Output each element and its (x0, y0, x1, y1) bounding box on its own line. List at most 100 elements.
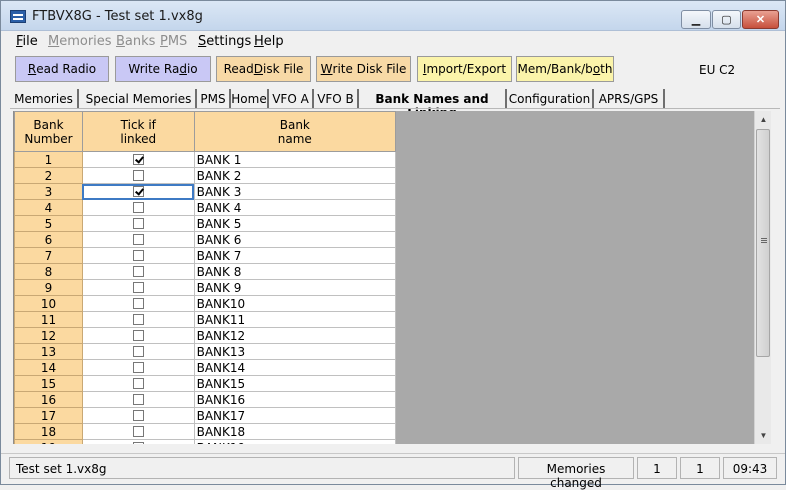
linked-cell[interactable] (81, 263, 195, 280)
bank-name-cell[interactable]: BANK15 (193, 375, 396, 392)
menu-memories[interactable]: Memories (48, 34, 112, 49)
menu-help[interactable]: Help (254, 34, 284, 49)
close-button[interactable]: ✕ (742, 10, 779, 29)
linked-checkbox-icon[interactable] (132, 169, 144, 181)
linked-cell[interactable] (81, 407, 195, 424)
maximize-button[interactable]: ▢ (712, 10, 741, 29)
linked-checkbox-icon[interactable] (132, 329, 144, 341)
read-radio-button[interactable]: Read Radio (15, 56, 109, 82)
linked-checkbox-checked-icon[interactable] (132, 153, 144, 165)
bank-name-cell[interactable]: BANK 8 (193, 263, 396, 280)
table-row[interactable]: 15 BANK15 (14, 375, 396, 392)
linked-cell[interactable] (81, 327, 195, 344)
linked-cell[interactable] (81, 391, 195, 408)
linked-checkbox-icon[interactable] (132, 393, 144, 405)
linked-checkbox-icon[interactable] (132, 281, 144, 293)
tab-vfo-b[interactable]: VFO B (314, 89, 359, 109)
bank-name-cell[interactable]: BANK 1 (193, 151, 396, 168)
table-row[interactable]: 7 BANK 7 (14, 247, 396, 264)
linked-checkbox-icon[interactable] (132, 441, 144, 444)
bank-name-cell[interactable]: BANK14 (193, 359, 396, 376)
bank-name-cell[interactable]: BANK 7 (193, 247, 396, 264)
table-row[interactable]: 10 BANK10 (14, 295, 396, 312)
linked-checkbox-icon[interactable] (132, 217, 144, 229)
bank-name-cell[interactable]: BANK 9 (193, 279, 396, 296)
header-tick-if-linked[interactable]: Tick if linked (81, 111, 195, 152)
linked-cell[interactable] (81, 295, 195, 312)
bank-name-cell[interactable]: BANK 2 (193, 167, 396, 184)
bank-name-cell[interactable]: BANK16 (193, 391, 396, 408)
tab-vfo-a[interactable]: VFO A (269, 89, 314, 109)
table-row[interactable]: 1 BANK 1 (14, 151, 396, 168)
linked-cell[interactable] (81, 199, 195, 216)
tab-special-memories[interactable]: Special Memories (82, 89, 197, 109)
table-row[interactable]: 6 BANK 6 (14, 231, 396, 248)
bank-name-cell[interactable]: BANK 6 (193, 231, 396, 248)
linked-cell[interactable] (81, 375, 195, 392)
table-row[interactable]: 9 BANK 9 (14, 279, 396, 296)
bank-name-cell[interactable]: BANK19 (193, 439, 396, 444)
bank-name-cell[interactable]: BANK10 (193, 295, 396, 312)
linked-checkbox-icon[interactable] (132, 345, 144, 357)
linked-cell[interactable] (81, 247, 195, 264)
bank-name-cell[interactable]: BANK11 (193, 311, 396, 328)
menu-file[interactable]: File (16, 34, 38, 49)
menu-banks[interactable]: Banks (116, 34, 155, 49)
vertical-scrollbar[interactable]: ▲ ▼ (754, 111, 771, 444)
table-row[interactable]: 16 BANK16 (14, 391, 396, 408)
linked-cell[interactable] (81, 167, 195, 184)
tab-home[interactable]: Home (231, 89, 269, 109)
linked-cell[interactable] (81, 439, 195, 444)
linked-checkbox-icon[interactable] (132, 249, 144, 261)
menu-settings[interactable]: Settings (198, 34, 251, 49)
header-bank-name[interactable]: Bank name (193, 111, 396, 152)
table-row[interactable]: 3 BANK 3 (14, 183, 396, 200)
table-row[interactable]: 19 BANK19 (14, 439, 396, 444)
table-row[interactable]: 2 BANK 2 (14, 167, 396, 184)
linked-checkbox-icon[interactable] (132, 361, 144, 373)
tab-bank-names-and-linking[interactable]: Bank Names and Linking (359, 89, 507, 120)
linked-cell[interactable] (81, 231, 195, 248)
linked-checkbox-checked-icon[interactable] (132, 185, 144, 197)
table-row[interactable]: 13 BANK13 (14, 343, 396, 360)
linked-cell[interactable] (81, 183, 195, 200)
linked-cell[interactable] (81, 279, 195, 296)
bank-name-cell[interactable]: BANK 4 (193, 199, 396, 216)
read-disk-file-button[interactable]: Read Disk File (216, 56, 311, 82)
tab-pms[interactable]: PMS (197, 89, 231, 109)
table-row[interactable]: 14 BANK14 (14, 359, 396, 376)
table-row[interactable]: 11 BANK11 (14, 311, 396, 328)
mem-bank-both-button[interactable]: Mem/Bank/b o th (516, 56, 614, 82)
linked-cell[interactable] (81, 151, 195, 168)
linked-cell[interactable] (81, 215, 195, 232)
table-row[interactable]: 17 BANK17 (14, 407, 396, 424)
table-row[interactable]: 4 BANK 4 (14, 199, 396, 216)
write-radio-button[interactable]: Write Ra d io (115, 56, 211, 82)
linked-checkbox-icon[interactable] (132, 265, 144, 277)
linked-cell[interactable] (81, 359, 195, 376)
bank-name-cell[interactable]: BANK12 (193, 327, 396, 344)
bank-name-cell[interactable]: BANK17 (193, 407, 396, 424)
tab-aprs-gps[interactable]: APRS/GPS (594, 89, 665, 109)
linked-cell[interactable] (81, 311, 195, 328)
table-row[interactable]: 8 BANK 8 (14, 263, 396, 280)
import-export-button[interactable]: Import/Export (417, 56, 512, 82)
scroll-down-icon[interactable]: ▼ (755, 427, 772, 444)
linked-cell[interactable] (81, 423, 195, 440)
header-bank-number[interactable]: Bank Number (14, 111, 83, 152)
linked-checkbox-icon[interactable] (132, 297, 144, 309)
linked-cell[interactable] (81, 343, 195, 360)
minimize-button[interactable]: ▁ (681, 10, 711, 29)
bank-name-cell[interactable]: BANK13 (193, 343, 396, 360)
bank-name-cell[interactable]: BANK18 (193, 423, 396, 440)
linked-checkbox-icon[interactable] (132, 409, 144, 421)
linked-checkbox-icon[interactable] (132, 313, 144, 325)
linked-checkbox-icon[interactable] (132, 425, 144, 437)
table-row[interactable]: 18 BANK18 (14, 423, 396, 440)
bank-name-cell[interactable]: BANK 5 (193, 215, 396, 232)
tab-memories[interactable]: Memories (10, 89, 79, 109)
linked-checkbox-icon[interactable] (132, 377, 144, 389)
scroll-up-icon[interactable]: ▲ (755, 111, 772, 128)
write-disk-file-button[interactable]: Write Disk File (316, 56, 411, 82)
menu-pms[interactable]: PMS (160, 34, 187, 49)
